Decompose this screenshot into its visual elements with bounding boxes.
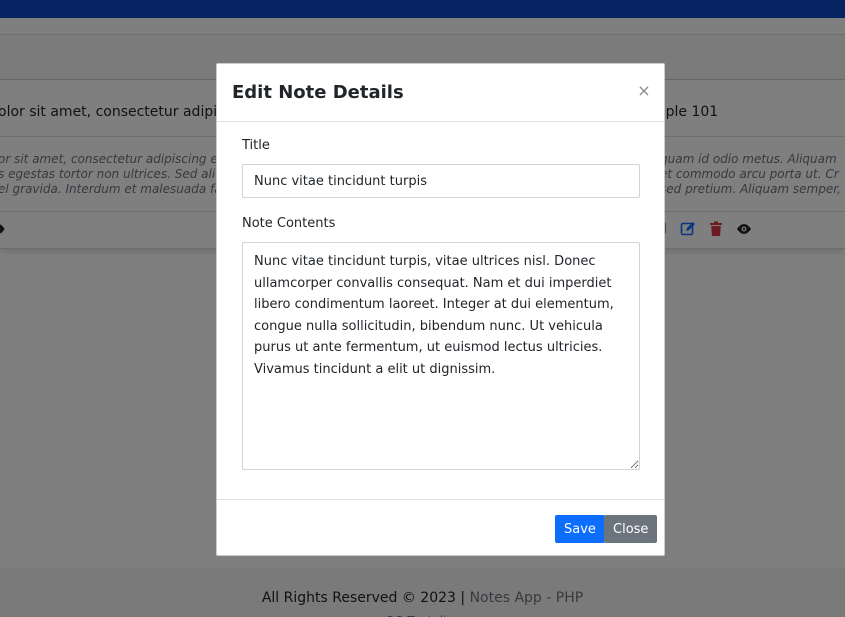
edit-note-modal: Edit Note Details × Title Note Contents …	[216, 63, 665, 556]
title-label: Title	[242, 138, 270, 153]
title-input[interactable]	[242, 164, 640, 198]
modal-header: Edit Note Details ×	[217, 64, 664, 122]
modal-title: Edit Note Details	[232, 82, 404, 103]
note-contents-textarea[interactable]: Nunc vitae tincidunt turpis, vitae ultri…	[242, 242, 640, 470]
modal-footer: Save Close	[217, 499, 664, 556]
save-button[interactable]: Save	[555, 515, 605, 543]
close-button[interactable]: Close	[604, 515, 658, 543]
note-contents-label: Note Contents	[242, 216, 336, 231]
close-icon[interactable]: ×	[635, 81, 653, 101]
